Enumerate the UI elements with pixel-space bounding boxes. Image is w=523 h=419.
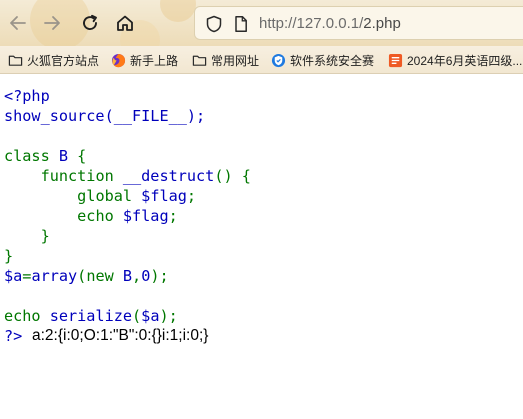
code-line: } bbox=[4, 246, 13, 266]
theme-decoration bbox=[160, 0, 196, 22]
bookmark-software-security[interactable]: 软件系统安全赛 bbox=[271, 50, 374, 70]
forward-button[interactable] bbox=[40, 11, 64, 35]
url-text[interactable]: http://127.0.0.1/2.php bbox=[259, 15, 401, 33]
new-keyword: (new bbox=[77, 267, 123, 285]
class-keyword: class bbox=[4, 147, 59, 165]
serialize-call: serialize bbox=[49, 307, 133, 325]
variable: $a bbox=[141, 307, 160, 325]
brace: } bbox=[4, 247, 14, 265]
serialized-output: a:2:{i:0;O:1:"B":0:{}i:1;i:0;} bbox=[32, 327, 209, 344]
code-line: echo serialize($a); bbox=[4, 306, 178, 326]
code-line: function __destruct() { bbox=[4, 166, 251, 186]
code-line: ?> bbox=[4, 326, 22, 346]
home-button[interactable] bbox=[113, 11, 137, 35]
forward-arrow-icon bbox=[44, 16, 60, 30]
code-line: } bbox=[4, 226, 50, 246]
show-source-call: show_source(__FILE__); bbox=[4, 107, 206, 125]
function-keyword: function bbox=[40, 167, 123, 185]
url-path: 2.php bbox=[363, 15, 401, 32]
comma: , bbox=[132, 267, 142, 285]
site-shield-icon bbox=[271, 53, 286, 67]
class-name: B bbox=[122, 267, 133, 285]
bookmark-common-sites[interactable]: 常用网址 bbox=[192, 50, 259, 70]
reload-icon bbox=[83, 14, 97, 30]
php-close-tag: ?> bbox=[4, 327, 23, 345]
url-bar[interactable]: http://127.0.0.1/2.php bbox=[194, 6, 523, 40]
reload-button[interactable] bbox=[78, 11, 102, 35]
url-host: http://127.0.0.1/ bbox=[259, 15, 364, 32]
bookmark-label: 火狐官方站点 bbox=[27, 53, 100, 68]
function-name: __destruct bbox=[122, 167, 215, 185]
close-paren: ); bbox=[150, 267, 169, 285]
bookmark-label: 新手上路 bbox=[130, 53, 179, 68]
code-line: show_source(__FILE__); bbox=[4, 106, 205, 126]
variable: $flag bbox=[122, 207, 169, 225]
code-line: class B { bbox=[4, 146, 86, 166]
code-line: <?php bbox=[4, 86, 50, 106]
php-open-tag: <?php bbox=[4, 87, 50, 105]
folder-icon bbox=[8, 55, 23, 66]
bookmark-cet4-2024[interactable]: 2024年6月英语四级... bbox=[388, 50, 522, 70]
array-call: array bbox=[31, 267, 78, 285]
code-line: echo $flag; bbox=[4, 206, 178, 226]
semicolon: ; bbox=[168, 207, 178, 225]
back-arrow-icon bbox=[10, 16, 26, 30]
number: 0 bbox=[141, 267, 151, 285]
echo-keyword: echo bbox=[4, 307, 50, 325]
site-info-shield-icon[interactable] bbox=[205, 15, 223, 33]
page-icon[interactable] bbox=[232, 15, 250, 33]
open-paren: ( bbox=[132, 307, 142, 325]
page-content: <?php show_source(__FILE__); class B { f… bbox=[0, 74, 523, 419]
firefox-icon bbox=[111, 53, 126, 67]
close-paren: ); bbox=[159, 307, 178, 325]
site-orange-icon bbox=[388, 53, 403, 67]
bookmark-firefox-official[interactable]: 火狐官方站点 bbox=[8, 50, 99, 70]
brace: { bbox=[241, 167, 251, 185]
variable: $flag bbox=[141, 187, 187, 205]
code-line: $a=array(new B,0); bbox=[4, 266, 169, 286]
folder-icon bbox=[192, 55, 207, 66]
variable: $a bbox=[4, 267, 23, 285]
code-line: global $flag; bbox=[4, 186, 196, 206]
brace: { bbox=[77, 147, 87, 165]
bookmarks-bar: 火狐官方站点 新手上路 常用网址 软件系统安全赛 2024年6月英语四级... bbox=[0, 46, 523, 74]
echo-keyword: echo bbox=[77, 207, 123, 225]
bookmark-getting-started[interactable]: 新手上路 bbox=[111, 50, 178, 70]
global-keyword: global bbox=[77, 187, 142, 205]
semicolon: ; bbox=[186, 187, 197, 205]
brace: } bbox=[40, 227, 50, 245]
parens: () bbox=[214, 167, 242, 185]
home-icon bbox=[117, 15, 133, 31]
bookmark-label: 软件系统安全赛 bbox=[290, 53, 375, 68]
class-name: B bbox=[58, 147, 78, 165]
browser-toolbar: http://127.0.0.1/2.php bbox=[0, 0, 523, 46]
back-button[interactable] bbox=[6, 11, 30, 35]
bookmark-label: 常用网址 bbox=[211, 53, 260, 68]
bookmark-label: 2024年6月英语四级... bbox=[407, 53, 523, 68]
